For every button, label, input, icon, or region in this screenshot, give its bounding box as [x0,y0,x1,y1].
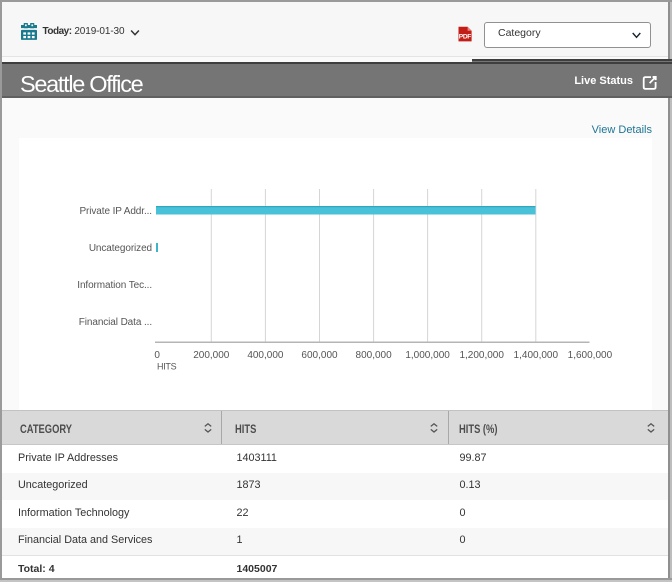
svg-text:HITS: HITS [157,362,177,372]
svg-text:800,000: 800,000 [356,350,393,361]
svg-text:600,000: 600,000 [301,350,338,361]
svg-text:Financial Data ...: Financial Data ... [79,317,152,328]
svg-text:Private IP Addr...: Private IP Addr... [79,206,152,217]
svg-text:Information Tec...: Information Tec... [77,280,152,291]
svg-text:1,600,000: 1,600,000 [568,350,613,361]
svg-text:1,200,000: 1,200,000 [459,350,504,361]
svg-text:200,000: 200,000 [193,350,230,361]
svg-text:1,000,000: 1,000,000 [405,350,450,361]
svg-text:0: 0 [154,350,160,361]
svg-text:Uncategorized: Uncategorized [89,243,152,254]
svg-text:1,400,000: 1,400,000 [514,350,559,361]
svg-text:400,000: 400,000 [247,350,284,361]
svg-text:PDF: PDF [459,34,472,41]
